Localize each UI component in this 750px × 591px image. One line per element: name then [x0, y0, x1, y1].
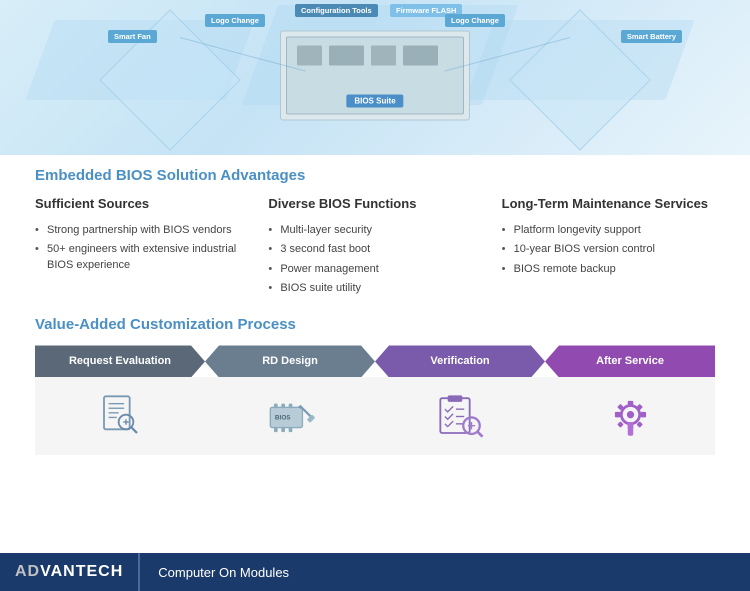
list-item: Strong partnership with BIOS vendors: [35, 221, 248, 240]
col1-title: Sufficient Sources: [35, 196, 248, 213]
list-item: 3 second fast boot: [268, 240, 481, 259]
step1-body: [35, 377, 205, 455]
value-added-section: Value-Added Customization Process Reques…: [35, 316, 715, 455]
step4-icon: [603, 389, 658, 444]
logo-change-right-label: Logo Change: [445, 14, 505, 27]
main-content: Embedded BIOS Solution Advantages Suffic…: [0, 155, 750, 465]
list-item: BIOS suite utility: [268, 279, 481, 298]
step4-header: After Service: [545, 345, 715, 377]
config-tools-label: Configuration Tools: [295, 4, 378, 17]
process-step-1: Request Evaluation: [35, 345, 205, 455]
bios-suite-label: BIOS Suite: [346, 94, 403, 107]
col1-list: Strong partnership with BIOS vendors 50+…: [35, 221, 248, 275]
step3-icon: [433, 389, 488, 444]
step3-header: Verification: [375, 345, 545, 377]
footer-brand-text: ADVANTECH: [15, 563, 123, 581]
step4-label: After Service: [596, 355, 664, 367]
step3-label: Verification: [430, 355, 489, 367]
list-item: Platform longevity support: [502, 221, 715, 240]
step1-header: Request Evaluation: [35, 345, 205, 377]
top-diagram: BIOS Suite Configuration Tools Firmware …: [0, 0, 750, 155]
col-sufficient-sources: Sufficient Sources Strong partnership wi…: [35, 196, 248, 298]
advantages-columns: Sufficient Sources Strong partnership wi…: [35, 196, 715, 298]
process-step-3: Verification: [375, 345, 545, 455]
smart-battery-label: Smart Battery: [621, 30, 682, 43]
list-item: 50+ engineers with extensive industrial …: [35, 240, 248, 275]
col3-title: Long-Term Maintenance Services: [502, 196, 715, 213]
logo-change-left-label: Logo Change: [205, 14, 265, 27]
step2-icon: BIOS: [263, 389, 318, 444]
section1-title: Embedded BIOS Solution Advantages: [35, 167, 715, 184]
list-item: Multi-layer security: [268, 221, 481, 240]
col3-list: Platform longevity support 10-year BIOS …: [502, 221, 715, 279]
section2-title: Value-Added Customization Process: [35, 316, 715, 333]
footer-subtitle: Computer On Modules: [140, 565, 307, 580]
col2-list: Multi-layer security 3 second fast boot …: [268, 221, 481, 299]
brand-ad: AD: [15, 563, 40, 580]
brand-vantech: VANTECH: [40, 563, 123, 580]
list-item: 10-year BIOS version control: [502, 240, 715, 259]
step1-icon: [93, 389, 148, 444]
footer-logo: ADVANTECH: [0, 553, 139, 591]
step2-header: RD Design: [205, 345, 375, 377]
list-item: BIOS remote backup: [502, 260, 715, 279]
step2-body: BIOS: [205, 377, 375, 455]
step2-label: RD Design: [262, 355, 318, 367]
col2-title: Diverse BIOS Functions: [268, 196, 481, 213]
footer: ADVANTECH Computer On Modules: [0, 553, 750, 591]
process-step-4: After Service: [545, 345, 715, 455]
svg-text:BIOS: BIOS: [274, 414, 290, 421]
col-longterm: Long-Term Maintenance Services Platform …: [502, 196, 715, 298]
smart-fan-label: Smart Fan: [108, 30, 157, 43]
process-step-2: RD Design: [205, 345, 375, 455]
process-flow: Request Evaluation: [35, 345, 715, 455]
step1-label: Request Evaluation: [69, 355, 171, 367]
col-diverse-bios: Diverse BIOS Functions Multi-layer secur…: [268, 196, 481, 298]
step3-body: [375, 377, 545, 455]
list-item: Power management: [268, 260, 481, 279]
step4-body: [545, 377, 715, 455]
